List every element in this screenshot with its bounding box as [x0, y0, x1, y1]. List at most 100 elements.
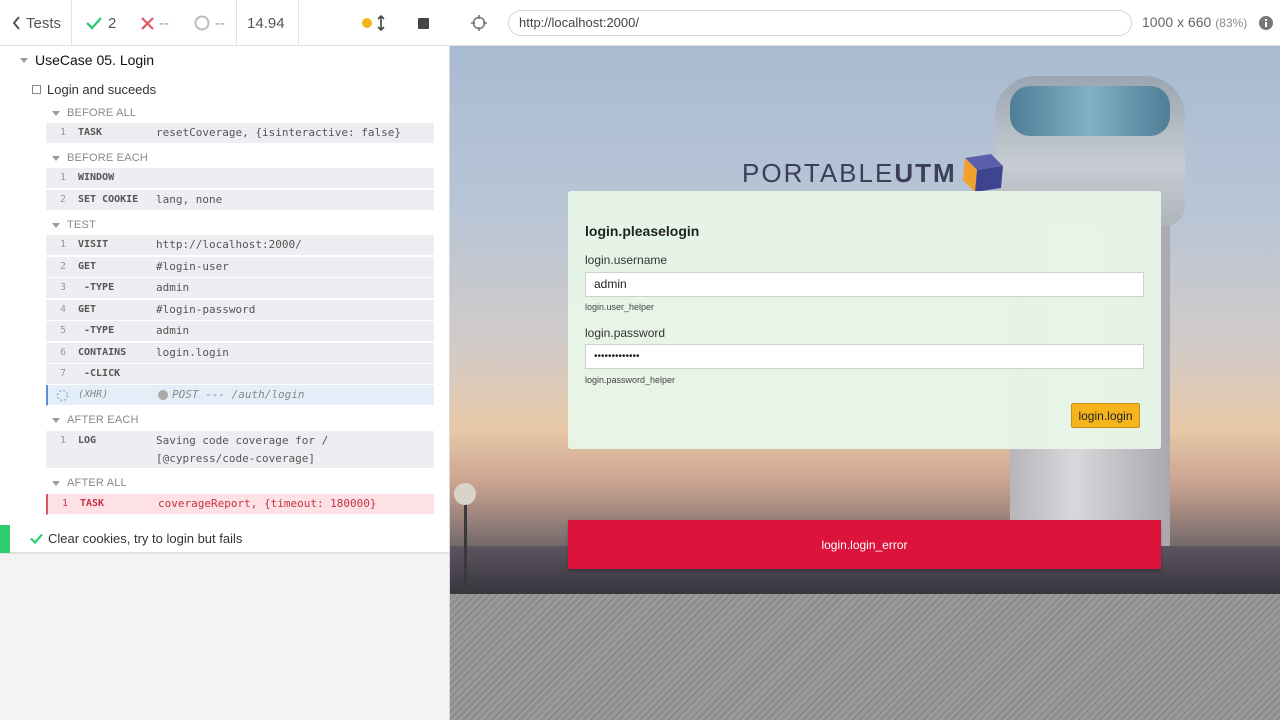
command-name: TASK: [78, 127, 103, 138]
command-row[interactable]: 2 SET COOKIE lang, none: [46, 190, 434, 211]
command-number: 2: [60, 194, 67, 205]
command-number: 5: [60, 325, 67, 336]
command-message: login.login: [156, 346, 229, 359]
command-message: lang, none: [156, 193, 223, 206]
command-message: Saving code coverage for /: [156, 434, 329, 447]
test-title-label: Login and suceeds: [47, 81, 157, 97]
passed-count-value: 2: [108, 14, 117, 32]
pending-count[interactable]: --: [194, 0, 225, 46]
command-number: 1: [60, 127, 67, 138]
failed-count[interactable]: --: [141, 0, 169, 46]
caret-down-icon: [52, 222, 60, 228]
reporter-body: UseCase 05. Login Login and suceeds BEFO…: [0, 46, 449, 554]
hook-before-each[interactable]: BEFORE EACH: [52, 151, 148, 165]
passed-count[interactable]: 2: [86, 0, 116, 46]
pending-count-value: --: [215, 14, 225, 32]
tests-label: Tests: [26, 14, 62, 32]
command-number: 1: [60, 172, 67, 183]
pending-dot-icon: [158, 390, 168, 400]
hook-before-all[interactable]: BEFORE ALL: [52, 106, 136, 120]
logo-text-light: PORTABLE: [742, 157, 895, 188]
running-square-icon: [32, 84, 41, 94]
command-number: 3: [60, 282, 67, 293]
command-row[interactable]: 7 -CLICK: [46, 364, 434, 385]
test-title[interactable]: Login and suceeds: [32, 79, 156, 99]
suite-title[interactable]: UseCase 05. Login: [20, 50, 154, 70]
tests-back-button[interactable]: Tests: [12, 0, 61, 46]
command-message: admin: [156, 281, 190, 294]
test-item-passed[interactable]: Clear cookies, try to login but fails: [0, 525, 449, 553]
command-row-failed[interactable]: 1 TASK coverageReport, {timeout: 180000}: [46, 494, 434, 515]
username-input[interactable]: admin: [585, 272, 1144, 297]
duration: 14.94: [247, 0, 285, 46]
app-iframe: PORTABLE UTM login.pleaselogin login.user…: [450, 46, 1280, 720]
command-name: (XHR): [78, 389, 109, 400]
command-name: -TYPE: [84, 325, 115, 336]
stop-icon: [418, 17, 429, 29]
failed-count-value: --: [159, 14, 169, 32]
command-row[interactable]: 2 GET #login-user: [46, 257, 434, 278]
command-message: http://localhost:2000/: [156, 238, 302, 251]
command-name: SET COOKIE: [78, 194, 139, 205]
caret-down-icon: [20, 57, 28, 63]
command-number: 6: [60, 347, 67, 358]
login-error-message: login.login_error: [568, 520, 1161, 569]
logo-cube-icon: [962, 154, 1003, 192]
command-message-continued: [@cypress/code-coverage]: [156, 452, 315, 465]
viewport-scale: (83%): [1215, 16, 1248, 30]
chevron-left-icon: [12, 16, 20, 30]
password-label: login.password: [585, 326, 666, 340]
hook-label: AFTER EACH: [67, 414, 139, 426]
info-icon[interactable]: [1259, 16, 1273, 30]
username-helper: login.user_helper: [585, 302, 655, 312]
command-name: GET: [78, 261, 97, 272]
command-row[interactable]: 3 -TYPE admin: [46, 278, 434, 299]
passed-indicator-bar: [0, 525, 10, 553]
resize-vertical-icon: [377, 15, 385, 31]
password-input[interactable]: •••••••••••••: [585, 344, 1144, 369]
hook-after-each[interactable]: AFTER EACH: [52, 413, 139, 427]
running-indicator[interactable]: [362, 0, 385, 46]
hook-after-all[interactable]: AFTER ALL: [52, 476, 127, 490]
command-number: 4: [60, 304, 67, 315]
command-name: TASK: [80, 498, 105, 509]
viewport-info: 1000 x 660 (83%): [1142, 14, 1247, 30]
app-header: http://localhost:2000/ 1000 x 660 (83%): [450, 0, 1280, 46]
command-row-xhr-pending[interactable]: (XHR) POST --- /auth/login: [46, 385, 434, 406]
viewport-size: 1000 x 660: [1142, 14, 1212, 30]
portableutm-logo: PORTABLE UTM: [742, 152, 1007, 194]
command-message: admin: [156, 324, 190, 337]
command-name: -CLICK: [84, 368, 121, 379]
caret-down-icon: [52, 480, 60, 486]
password-helper: login.password_helper: [585, 375, 676, 385]
username-label: login.username: [585, 253, 668, 267]
login-button[interactable]: login.login: [1071, 403, 1140, 428]
command-number: 7: [60, 368, 67, 379]
hook-test[interactable]: TEST: [52, 218, 96, 232]
command-name: CONTAINS: [78, 347, 127, 358]
command-message: #login-password: [156, 303, 256, 316]
caret-down-icon: [52, 110, 60, 116]
command-row[interactable]: 4 GET #login-password: [46, 300, 434, 321]
lamp-bulb: [454, 483, 476, 505]
command-message: POST --- /auth/login: [172, 388, 305, 401]
command-row[interactable]: 5 -TYPE admin: [46, 321, 434, 342]
caret-down-icon: [52, 155, 60, 161]
command-row[interactable]: 1 LOG Saving code coverage for / [@cypre…: [46, 431, 434, 469]
hook-label: TEST: [67, 219, 96, 231]
url-bar[interactable]: http://localhost:2000/: [508, 10, 1132, 36]
command-number: 1: [60, 435, 67, 446]
crosshair-icon[interactable]: [471, 15, 487, 31]
stop-button[interactable]: [418, 0, 429, 46]
test-title-label: Clear cookies, try to login but fails: [30, 531, 242, 546]
test-title-text: Clear cookies, try to login but fails: [48, 531, 243, 546]
command-name: GET: [78, 304, 97, 315]
command-row[interactable]: 6 CONTAINS login.login: [46, 343, 434, 364]
check-icon: [86, 17, 102, 30]
lamp-post: [464, 491, 467, 591]
command-row[interactable]: 1 WINDOW: [46, 168, 434, 189]
command-row[interactable]: 1 TASK resetCoverage, {isinteractive: fals…: [46, 123, 434, 144]
command-number: 2: [60, 261, 67, 272]
command-row[interactable]: 1 VISIT http://localhost:2000/: [46, 235, 434, 256]
x-icon: [141, 16, 154, 30]
